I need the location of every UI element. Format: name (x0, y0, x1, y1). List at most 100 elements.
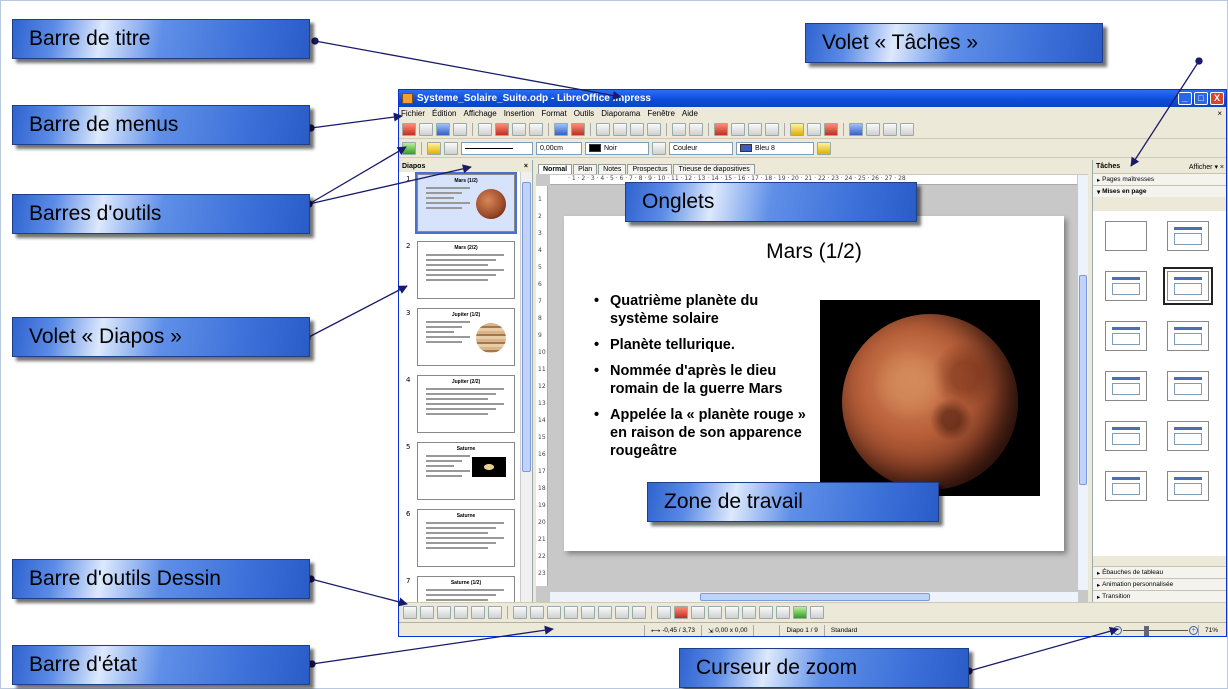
slide-design-icon[interactable] (883, 122, 897, 136)
menu-insertion[interactable]: Insertion (504, 109, 535, 118)
cut-icon[interactable] (596, 122, 610, 136)
area-icon[interactable] (652, 141, 666, 155)
select-icon[interactable] (403, 606, 417, 619)
tab-slide-sorter[interactable]: Trieuse de diapositives (673, 164, 755, 174)
print-icon[interactable] (512, 122, 526, 136)
ellipse-tool-icon[interactable] (471, 606, 485, 619)
line-tool-icon[interactable] (420, 606, 434, 619)
line-width-field[interactable]: 0,00cm (536, 141, 582, 155)
toggle-extrusion-icon[interactable] (810, 606, 824, 619)
layout-option[interactable] (1105, 271, 1147, 301)
close-button[interactable]: X (1210, 92, 1224, 105)
from-file-icon[interactable] (708, 606, 722, 619)
block-arrows-icon[interactable] (581, 606, 595, 619)
document-close-icon[interactable]: × (1217, 109, 1222, 118)
slide-title[interactable]: Mars (1/2) (564, 240, 1064, 264)
zoom-out-icon[interactable]: − (1112, 625, 1122, 635)
menu-fenetre[interactable]: Fenêtre (647, 109, 675, 118)
clone-formatting-icon[interactable] (647, 122, 661, 136)
tab-normal[interactable]: Normal (538, 164, 573, 174)
menu-outils[interactable]: Outils (574, 109, 594, 118)
basic-shapes-icon[interactable] (547, 606, 561, 619)
slide-bullet-list[interactable]: Quatrième planète du système solaire Pla… (594, 292, 809, 468)
area-color-select[interactable]: Bleu 8 (736, 141, 814, 155)
arrange-icon[interactable] (776, 606, 790, 619)
layout-option[interactable] (1105, 471, 1147, 501)
minimize-button[interactable]: _ (1178, 92, 1192, 105)
callouts-icon[interactable] (615, 606, 629, 619)
menu-fichier[interactable]: Fichier (401, 109, 425, 118)
rotate-icon[interactable] (742, 606, 756, 619)
slides-scrollbar[interactable] (520, 172, 532, 602)
slide-thumbnail[interactable]: 5 Saturne (406, 442, 515, 500)
zoom-knob[interactable] (1143, 625, 1149, 636)
rectangle-tool-icon[interactable] (454, 606, 468, 619)
layout-option[interactable] (1105, 321, 1147, 351)
maximize-button[interactable]: □ (1194, 92, 1208, 105)
help-icon[interactable] (824, 122, 838, 136)
style-icon[interactable] (402, 141, 416, 155)
line-color-select[interactable]: Noir (585, 141, 649, 155)
mars-image[interactable] (820, 300, 1040, 496)
menu-affichage[interactable]: Affichage (463, 109, 496, 118)
section-layouts[interactable]: ▾ Mises en page (1093, 185, 1226, 197)
layout-option[interactable] (1167, 371, 1209, 401)
symbol-shapes-icon[interactable] (564, 606, 578, 619)
paste-icon[interactable] (630, 122, 644, 136)
slide-thumbnail[interactable]: 3 Jupiter (1/2) (406, 308, 515, 366)
line-icon[interactable] (427, 141, 441, 155)
slides-pane-close-icon[interactable]: × (524, 163, 528, 170)
table-icon[interactable] (731, 122, 745, 136)
edit-file-icon[interactable] (478, 122, 492, 136)
tab-prospectus[interactable]: Prospectus (627, 164, 673, 174)
layout-option[interactable] (1105, 421, 1147, 451)
spellcheck-icon[interactable] (554, 122, 568, 136)
layout-option[interactable] (1163, 267, 1213, 305)
workspace-horizontal-scrollbar[interactable] (550, 592, 1078, 602)
save-icon[interactable] (436, 122, 450, 136)
copy-icon[interactable] (613, 122, 627, 136)
navigator-icon[interactable] (790, 122, 804, 136)
title-bar[interactable]: Systeme_Solaire_Suite.odp - LibreOffice … (399, 90, 1226, 107)
tasks-pane-view-menu[interactable]: Afficher ▾ × (1189, 163, 1224, 171)
extrusion-icon[interactable] (793, 606, 807, 619)
section-table-design[interactable]: ▸ Ébauches de tableau (1093, 566, 1226, 578)
slide-thumbnail[interactable]: 2 Mars (2/2) (406, 241, 515, 299)
chart-icon[interactable] (714, 122, 728, 136)
horizontal-scroll-thumb[interactable] (700, 593, 930, 601)
new-document-icon[interactable] (402, 122, 416, 136)
undo-icon[interactable] (672, 122, 686, 136)
glue-points-icon[interactable] (674, 606, 688, 619)
layout-option[interactable] (1167, 221, 1209, 251)
shadow-icon[interactable] (817, 141, 831, 155)
section-master-pages[interactable]: ▸ Pages maîtresses (1093, 173, 1226, 185)
line-style-select[interactable] (461, 141, 533, 155)
vertical-scroll-thumb[interactable] (1079, 275, 1087, 485)
new-slide-icon[interactable] (900, 122, 914, 136)
layout-option[interactable] (1167, 471, 1209, 501)
layout-option[interactable] (1167, 421, 1209, 451)
flowchart-icon[interactable] (598, 606, 612, 619)
section-transition[interactable]: ▸ Transition (1093, 590, 1226, 602)
zoom-slider[interactable]: − + (1112, 625, 1198, 637)
stars-icon[interactable] (632, 606, 646, 619)
workspace-vertical-scrollbar[interactable] (1078, 175, 1088, 590)
slides-scroll-thumb[interactable] (522, 182, 531, 472)
display-grid-icon[interactable] (866, 122, 880, 136)
area-style-select[interactable]: Couleur (669, 141, 733, 155)
points-icon[interactable] (657, 606, 671, 619)
arrow-tool-icon[interactable] (437, 606, 451, 619)
layout-option[interactable] (1105, 221, 1147, 251)
fontwork-icon[interactable] (691, 606, 705, 619)
connector-tool-icon[interactable] (530, 606, 544, 619)
tab-notes[interactable]: Notes (598, 164, 627, 174)
open-icon[interactable] (419, 122, 433, 136)
slide-thumbnail[interactable]: 6 Saturne (406, 509, 515, 567)
zoom-track[interactable] (1122, 629, 1188, 631)
gallery-icon[interactable] (725, 606, 739, 619)
slide-thumbnail[interactable]: 4 Jupiter (2/2) (406, 375, 515, 433)
arrow-style-icon[interactable] (444, 141, 458, 155)
menu-aide[interactable]: Aide (682, 109, 698, 118)
grid-icon[interactable] (765, 122, 779, 136)
curve-tool-icon[interactable] (513, 606, 527, 619)
